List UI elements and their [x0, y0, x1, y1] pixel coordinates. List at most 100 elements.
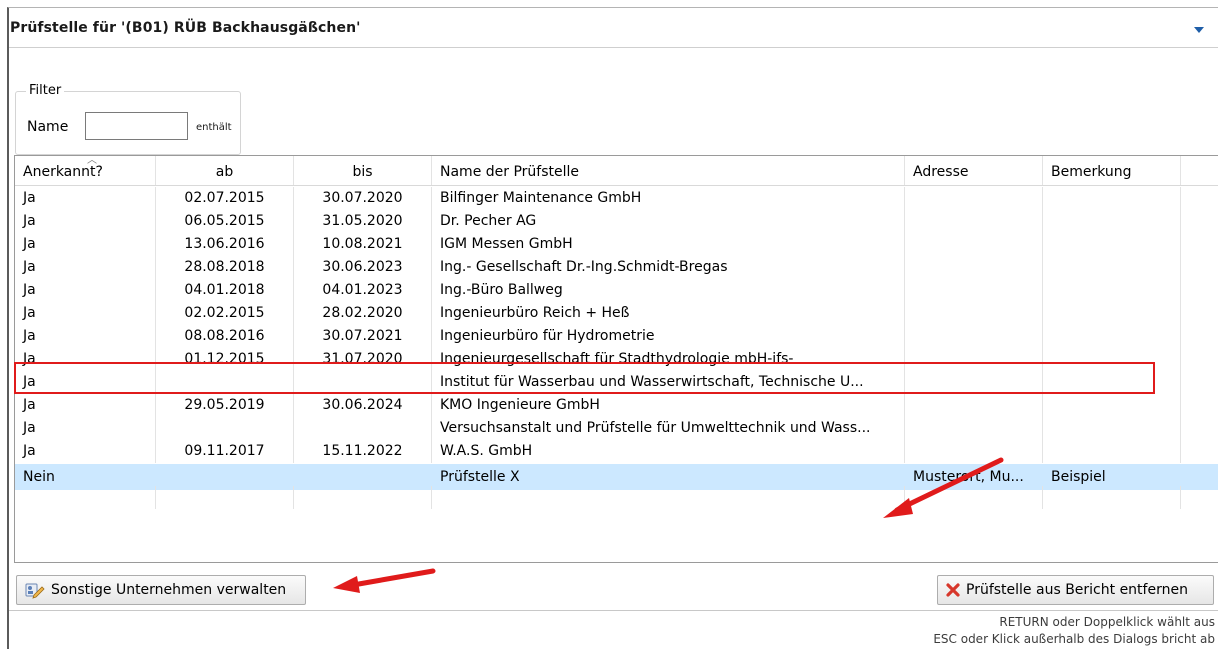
annotation-arrow-button — [333, 568, 436, 593]
cell-anerkannt: Ja — [15, 440, 156, 463]
cell-bis: 30.06.2024 — [294, 394, 432, 417]
cell-adresse — [905, 233, 1043, 256]
cell-adresse — [905, 486, 1043, 509]
cell-bemerkung — [1043, 210, 1181, 233]
column-header-adresse[interactable]: Adresse — [905, 156, 1043, 185]
chevron-down-icon[interactable] — [1194, 27, 1204, 33]
remove-pruefstelle-button[interactable]: Prüfstelle aus Bericht entfernen — [937, 575, 1214, 605]
cell-bis: 15.11.2022 — [294, 440, 432, 463]
table-row[interactable] — [15, 486, 1218, 509]
table-row[interactable]: Ja 29.05.2019 30.06.2024 KMO Ingenieure Gmb… — [15, 394, 1218, 417]
cell-bemerkung — [1043, 394, 1181, 417]
cell-ab: 02.07.2015 — [156, 187, 294, 210]
cell-ab: 08.08.2016 — [156, 325, 294, 348]
table-row[interactable]: Ja 08.08.2016 30.07.2021 Ingenieurbüro für … — [15, 325, 1218, 348]
cell-filler — [1181, 348, 1218, 371]
cell-anerkannt: Ja — [15, 210, 156, 233]
cell-bemerkung — [1043, 279, 1181, 302]
table-row[interactable]: Ja 09.11.2017 15.11.2022 W.A.S. GmbH — [15, 440, 1218, 463]
table-row[interactable]: Ja Versuchsanstalt und Prüfstelle für Umw… — [15, 417, 1218, 440]
cell-ab: 29.05.2019 — [156, 394, 294, 417]
cell-anerkannt: Ja — [15, 233, 156, 256]
column-header-filler — [1181, 156, 1218, 185]
cell-anerkannt: Ja — [15, 302, 156, 325]
cell-anerkannt: Ja — [15, 394, 156, 417]
cell-bemerkung — [1043, 187, 1181, 210]
cell-anerkannt: Ja — [15, 325, 156, 348]
dialog-title-bar: Prüfstelle für '(B01) RÜB Backhausgäßche… — [9, 8, 1218, 48]
cell-adresse — [905, 440, 1043, 463]
cell-anerkannt: Ja — [15, 417, 156, 440]
column-header-name[interactable]: Name der Prüfstelle — [432, 156, 905, 185]
cell-ab: 06.05.2015 — [156, 210, 294, 233]
cell-adresse — [905, 325, 1043, 348]
cell-bis: 28.02.2020 — [294, 302, 432, 325]
cell-bemerkung — [1043, 417, 1181, 440]
cell-bemerkung — [1043, 233, 1181, 256]
cell-bis — [294, 486, 432, 509]
cell-bemerkung — [1043, 486, 1181, 509]
cell-ab: 02.02.2015 — [156, 302, 294, 325]
cell-filler — [1181, 256, 1218, 279]
cell-filler — [1181, 279, 1218, 302]
table-row[interactable]: Ja 28.08.2018 30.06.2023 Ing.- Gesellschaft… — [15, 256, 1218, 279]
cell-name: Ingenieurbüro Reich + Heß — [432, 302, 905, 325]
hint-return: RETURN oder Doppelklick wählt aus — [999, 615, 1215, 629]
cell-name: Ingenieurbüro für Hydrometrie — [432, 325, 905, 348]
cell-ab: 09.11.2017 — [156, 440, 294, 463]
cell-filler — [1181, 486, 1218, 509]
cell-filler — [1181, 210, 1218, 233]
filter-name-label: Name — [27, 119, 69, 135]
cell-name — [432, 486, 905, 509]
cell-name: IGM Messen GmbH — [432, 233, 905, 256]
cell-filler — [1181, 187, 1218, 210]
cell-bemerkung — [1043, 256, 1181, 279]
cell-name: W.A.S. GmbH — [432, 440, 905, 463]
pruefstelle-table[interactable]: ︿ Anerkannt? ab bis Name der Prüfstelle … — [14, 155, 1218, 563]
cell-bis: 10.08.2021 — [294, 233, 432, 256]
table-row[interactable]: Ja 04.01.2018 04.01.2023 Ing.-Büro Ballweg — [15, 279, 1218, 302]
cell-filler — [1181, 440, 1218, 463]
filter-group: Filter Name enthält — [15, 83, 241, 155]
pruefstelle-dialog: Prüfstelle für '(B01) RÜB Backhausgäßche… — [7, 7, 1218, 649]
cell-bemerkung — [1043, 325, 1181, 348]
cell-adresse — [905, 417, 1043, 440]
cell-name: Dr. Pecher AG — [432, 210, 905, 233]
cell-anerkannt: Ja — [15, 187, 156, 210]
cell-name: Ing.- Gesellschaft Dr.-Ing.Schmidt-Brega… — [432, 256, 905, 279]
filter-contains-label: enthält — [196, 122, 232, 133]
table-row[interactable]: Ja 02.02.2015 28.02.2020 Ingenieurbüro Reic… — [15, 302, 1218, 325]
table-row[interactable]: Ja 06.05.2015 31.05.2020 Dr. Pecher AG — [15, 210, 1218, 233]
cell-filler — [1181, 394, 1218, 417]
cell-ab: 13.06.2016 — [156, 233, 294, 256]
cell-adresse — [905, 187, 1043, 210]
cell-ab: 28.08.2018 — [156, 256, 294, 279]
cell-bis: 30.07.2020 — [294, 187, 432, 210]
remove-pruefstelle-label: Prüfstelle aus Bericht entfernen — [966, 582, 1188, 598]
column-header-bis[interactable]: bis — [294, 156, 432, 185]
cell-anerkannt: Ja — [15, 256, 156, 279]
column-header-bemerkung[interactable]: Bemerkung — [1043, 156, 1181, 185]
delete-x-icon — [946, 583, 960, 597]
cell-adresse — [905, 302, 1043, 325]
cell-ab — [156, 486, 294, 509]
filter-name-input[interactable] — [85, 112, 188, 140]
cell-bis — [294, 417, 432, 440]
cell-adresse — [905, 394, 1043, 417]
cell-anerkannt — [15, 486, 156, 509]
cell-bis: 30.06.2023 — [294, 256, 432, 279]
manage-companies-button[interactable]: Sonstige Unternehmen verwalten — [16, 575, 306, 605]
filter-legend: Filter — [26, 83, 65, 98]
table-row[interactable]: Ja 13.06.2016 10.08.2021 IGM Messen GmbH — [15, 233, 1218, 256]
cell-bemerkung — [1043, 440, 1181, 463]
cell-anerkannt: Ja — [15, 279, 156, 302]
column-header-anerkannt[interactable]: ︿ Anerkannt? — [15, 156, 156, 185]
cell-filler — [1181, 233, 1218, 256]
cell-ab: 04.01.2018 — [156, 279, 294, 302]
table-row[interactable]: Ja 02.07.2015 30.07.2020 Bilfinger Maintena… — [15, 187, 1218, 210]
cell-name: Ing.-Büro Ballweg — [432, 279, 905, 302]
cell-filler — [1181, 325, 1218, 348]
footer-divider — [9, 610, 1218, 611]
column-header-ab[interactable]: ab — [156, 156, 294, 185]
cell-bis: 30.07.2021 — [294, 325, 432, 348]
